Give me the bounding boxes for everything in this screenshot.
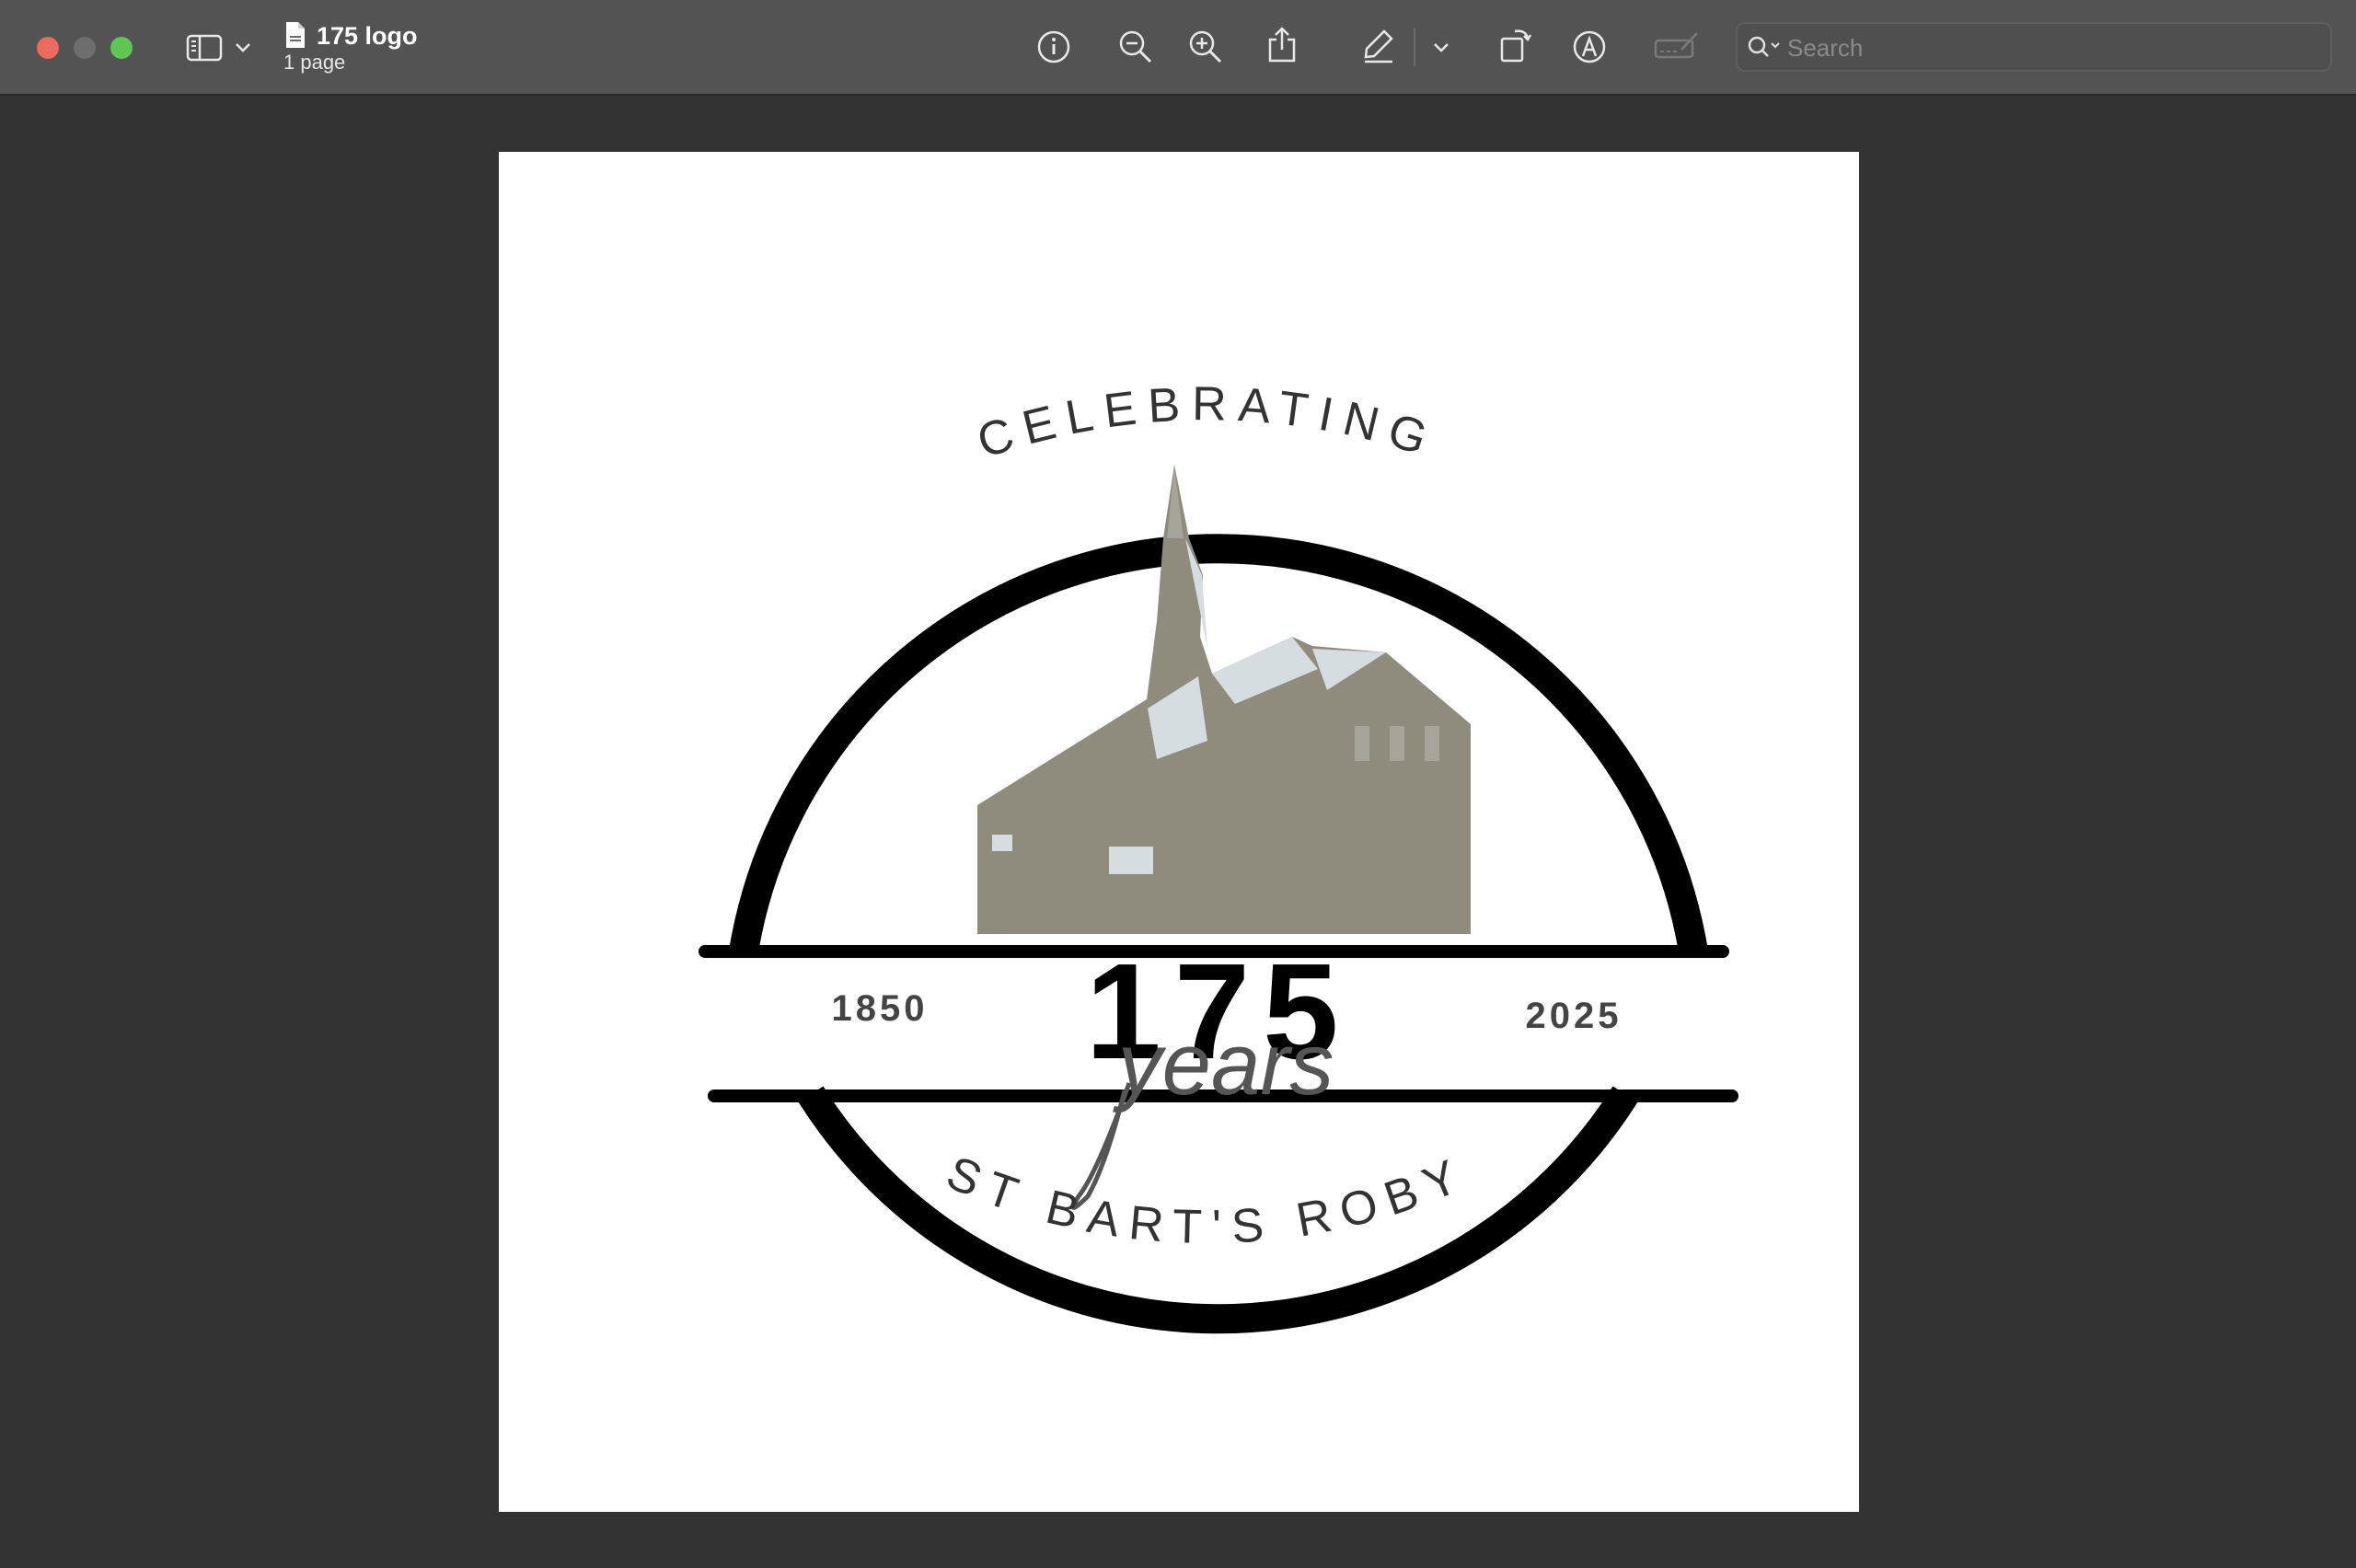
sidebar-icon	[186, 34, 223, 62]
chevron-down-icon	[1434, 43, 1449, 52]
share-button[interactable]	[1263, 24, 1301, 66]
zoom-in-icon	[1189, 30, 1222, 63]
chevron-down-icon	[236, 43, 250, 52]
info-button[interactable]	[1034, 28, 1073, 66]
year-right: 2025	[1526, 996, 1623, 1036]
zoom-in-button[interactable]	[1185, 28, 1226, 66]
rotate-icon	[1500, 29, 1532, 63]
markup-icon	[1573, 30, 1606, 63]
arc-bottom-text: ST BART'S ROBY	[939, 1146, 1475, 1254]
info-icon	[1037, 30, 1070, 63]
page-count: 1 page	[283, 51, 346, 74]
rotate-button[interactable]	[1495, 24, 1535, 66]
sidebar-menu-button[interactable]	[232, 37, 254, 59]
highlight-button[interactable]	[1358, 26, 1399, 66]
arc-top-text: CELEBRATING	[971, 377, 1444, 468]
zoom-out-icon	[1119, 30, 1152, 63]
zoom-out-button[interactable]	[1115, 28, 1156, 66]
highlight-menu-button[interactable]	[1430, 37, 1452, 59]
search-input[interactable]	[1785, 29, 2323, 66]
script-years: years	[1113, 1015, 1334, 1113]
highlight-pen-icon	[1364, 29, 1393, 63]
document-icon	[286, 22, 305, 48]
window-titlebar: 175 logo 1 page	[0, 0, 2356, 96]
anniversary-logo: CELEBRATING 1850 2025 175 years ST BART'…	[699, 377, 1738, 1334]
toolbar-divider	[1414, 28, 1415, 66]
search-field[interactable]	[1736, 22, 2332, 72]
share-icon	[1268, 27, 1296, 63]
minimize-window-button[interactable]	[74, 37, 96, 59]
document-page: CELEBRATING 1850 2025 175 years ST BART'…	[499, 152, 1859, 1512]
form-fill-button[interactable]	[1653, 28, 1701, 66]
document-name: 175 logo	[317, 22, 418, 50]
close-window-button[interactable]	[37, 37, 59, 59]
sidebar-toggle-button[interactable]	[184, 31, 225, 64]
year-left: 1850	[832, 988, 929, 1029]
search-icon	[1748, 36, 1780, 57]
maximize-window-button[interactable]	[110, 37, 133, 59]
form-fill-icon	[1654, 32, 1698, 59]
markup-button[interactable]	[1570, 28, 1609, 66]
